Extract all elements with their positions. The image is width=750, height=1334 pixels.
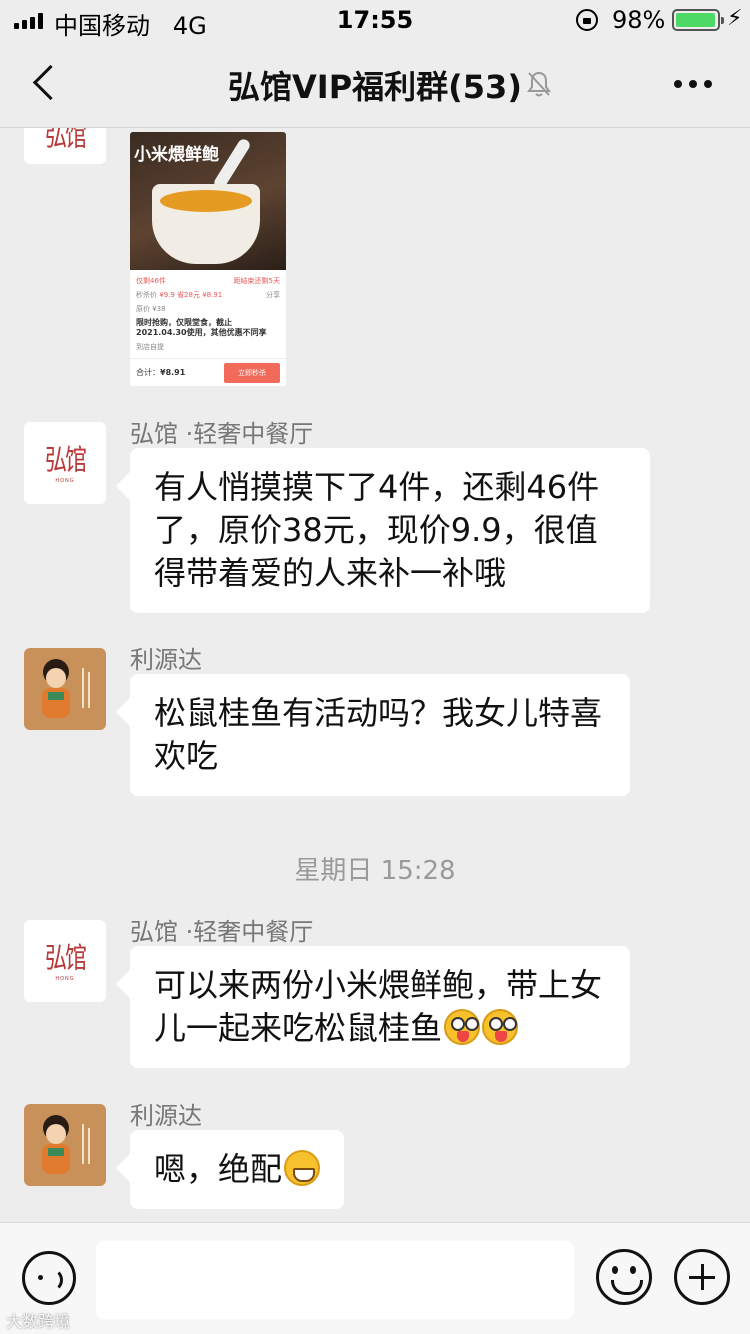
battery-fill (676, 13, 716, 27)
message-bubble[interactable]: 可以来两份小米煨鲜鲍，带上女儿一起来吃松鼠桂鱼 (130, 946, 630, 1068)
emoji-icon[interactable] (596, 1249, 652, 1305)
message-timestamp: 星期日 15:28 (294, 856, 456, 886)
avatar[interactable]: 弘馆 HONG (24, 920, 106, 1002)
message-text: 可以来两份小米煨鲜鲍，带上女儿一起来吃松鼠桂鱼 (154, 966, 603, 1047)
avatar[interactable] (24, 648, 106, 730)
product-countdown: 仅剩46件 距结束还剩5天 (136, 277, 280, 285)
girl-avatar-icon (42, 659, 90, 718)
sender-name: 利源达 (130, 1102, 202, 1130)
battery-percent: 98% (612, 6, 666, 34)
battery-icon (672, 9, 724, 31)
avatar[interactable] (24, 1104, 106, 1186)
nav-bar: 弘馆VIP福利群(53) (0, 40, 750, 128)
message-text: 嗯，绝配 (154, 1150, 283, 1188)
sender-name: 利源达 (130, 646, 202, 674)
product-original-price: 原价 ¥38 (136, 305, 166, 313)
product-card-image[interactable]: 小米煨鲜鲍 仅剩46件 距结束还剩5天 秒杀价 ¥9.9 省28元 ¥8.91 … (130, 132, 286, 386)
avatar[interactable]: 弘馆 HONG (24, 422, 106, 504)
message-bubble[interactable]: 嗯，绝配 (130, 1130, 345, 1209)
input-bar (0, 1222, 750, 1334)
hong-logo-icon: 弘馆 (44, 943, 87, 976)
sender-name: 弘馆 ·轻奢中餐厅 (130, 420, 314, 448)
buy-button[interactable]: 立即秒杀 (224, 362, 280, 383)
message-text: 有人悄摸摸下了4件，还剩46件了，原价38元，现价9.9，很值得带着爱的人来补一… (154, 468, 600, 592)
charging-icon: ⚡ (727, 6, 743, 31)
more-dots-icon[interactable] (674, 80, 712, 88)
sender-name: 弘馆 ·轻奢中餐厅 (130, 918, 314, 946)
watermark-text: 大数跨境 (6, 1312, 71, 1331)
chat-title: 弘馆VIP福利群(53) (228, 68, 522, 106)
product-photo: 小米煨鲜鲍 (130, 132, 286, 270)
message-text: 松鼠桂鱼有活动吗？我女儿特喜欢吃 (154, 694, 603, 775)
plus-icon[interactable] (674, 1249, 730, 1305)
status-bar: 中国移动 4G 17:55 98% ⚡ (0, 0, 750, 40)
surprised-emoji-icon (482, 1009, 519, 1045)
product-price-row: 秒杀价 ¥9.9 省28元 ¥8.91 分享 (136, 291, 280, 299)
product-footer: 合计：¥8.91 立即秒杀 (130, 358, 286, 386)
product-pickup: 到店自提 (136, 343, 164, 351)
message-bubble[interactable]: 有人悄摸摸下了4件，还剩46件了，原价38元，现价9.9，很值得带着爱的人来补一… (130, 448, 650, 613)
message-input[interactable] (96, 1241, 574, 1319)
orientation-lock-icon (576, 9, 598, 31)
hong-logo-icon: 弘馆 (44, 445, 87, 478)
message-bubble[interactable]: 松鼠桂鱼有活动吗？我女儿特喜欢吃 (130, 674, 630, 796)
bell-muted-icon (527, 71, 551, 97)
product-description: 限时抢购，仅限堂食，截止2021.04.30使用，其他优惠不同享 (136, 318, 267, 337)
grin-emoji-icon (284, 1150, 321, 1186)
girl-avatar-icon (42, 1115, 90, 1174)
product-title: 小米煨鲜鲍 (134, 145, 219, 165)
voice-icon[interactable] (22, 1251, 76, 1305)
surprised-emoji-icon (444, 1009, 481, 1045)
